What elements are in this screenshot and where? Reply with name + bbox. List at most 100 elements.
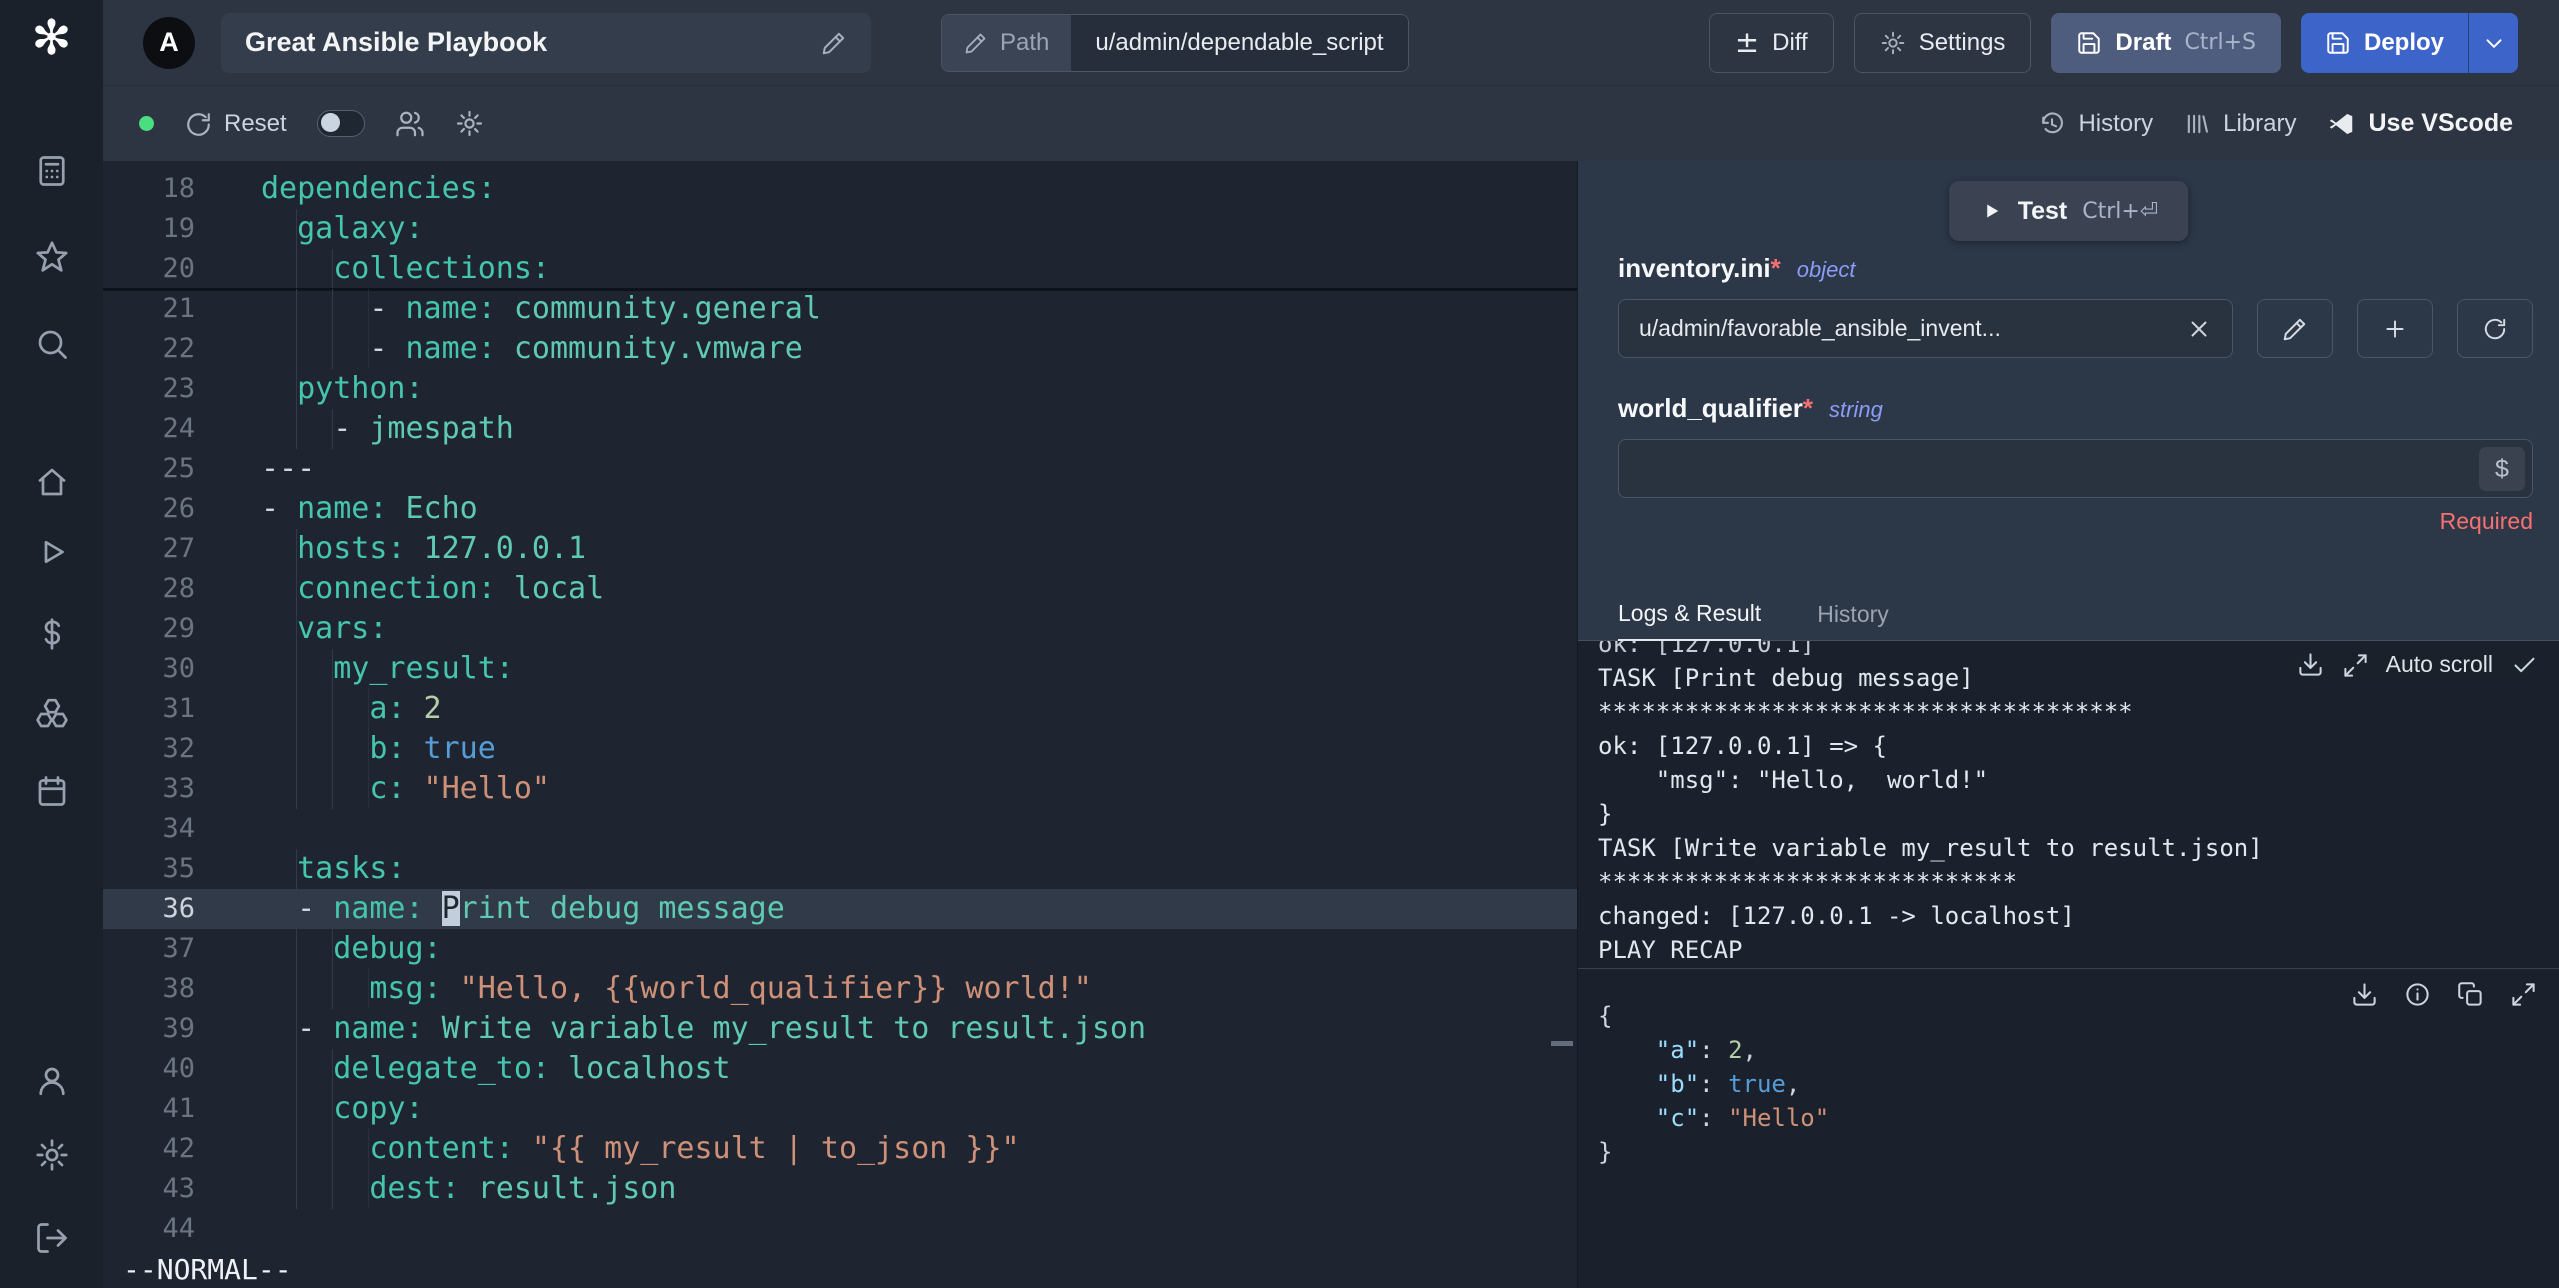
reset-button[interactable]: Reset [184,110,287,138]
editor-line-39[interactable]: 39- name: Write variable my_result to re… [103,1009,1577,1049]
editor-line-23[interactable]: 23 python: [103,369,1577,409]
editor-line-30[interactable]: 30 my_result: [103,649,1577,689]
line-number: 23 [162,373,195,404]
variables-icon[interactable] [34,616,70,652]
info-icon[interactable] [2404,981,2431,1008]
editor-line-42[interactable]: 42 content: "{{ my_result | to_json }}" [103,1129,1577,1169]
reset-label: Reset [224,109,287,137]
chevron-down-icon [2486,38,2501,48]
settings-icon[interactable] [34,1137,70,1173]
editor-line-21[interactable]: 21- name: community.general [103,289,1577,329]
download-logs-icon[interactable] [2297,651,2324,678]
code-editor[interactable]: 18 dependencies: 19 galaxy: 20 collections: 21… [103,161,1577,1288]
expand-logs-icon[interactable] [2342,652,2368,678]
qualifier-field-label: world_qualifier [1618,393,1803,423]
auto-scroll-label[interactable]: Auto scroll [2386,651,2493,678]
user-icon[interactable] [34,1063,70,1099]
qualifier-text-input[interactable]: $ [1618,439,2533,498]
editor-line-44[interactable]: 44 [103,1209,1577,1249]
grid-icon[interactable] [34,153,70,189]
editor-line-43[interactable]: 43 dest: result.json [103,1169,1577,1209]
diff-button[interactable]: ± Diff [1708,12,1834,73]
runs-icon[interactable] [34,534,70,570]
star-icon[interactable] [34,239,70,275]
editor-line-34[interactable]: 34 [103,809,1577,849]
editor-line-19[interactable]: 19 galaxy: [103,209,1577,249]
test-label: Test [2017,196,2068,225]
editor-line-33[interactable]: 33 c: "Hello" [103,769,1577,809]
editor-settings-button[interactable] [455,109,484,138]
editor-line-29[interactable]: 29 vars: [103,609,1577,649]
edit-path-pencil-icon [964,31,988,55]
draft-button[interactable]: Draft Ctrl+S [2051,12,2281,73]
editor-line-25[interactable]: 25 --- [103,449,1577,489]
scrollbar-marker[interactable] [1551,1041,1573,1046]
editor-line-38[interactable]: 38 msg: "Hello, {{world_qualifier}} world… [103,969,1577,1009]
required-asterisk: * [1802,393,1814,423]
editor-line-27[interactable]: 27 hosts: 127.0.0.1 [103,529,1577,569]
editor-line-26[interactable]: 26 - name: Echo [103,489,1577,529]
editor-line-22[interactable]: 22- name: community.vmware [103,329,1577,369]
result-line: "a": 2, [1655,1036,1757,1064]
clear-resource-icon[interactable] [2186,316,2212,342]
editor-line-28[interactable]: 28 connection: local [103,569,1577,609]
editor-line-40[interactable]: 40 delegate_to: localhost [103,1049,1577,1089]
editor-line-24[interactable]: 24- jmespath [103,409,1577,449]
test-button[interactable]: Test Ctrl+⏎ [1948,181,2189,241]
download-result-icon[interactable] [2351,981,2378,1008]
line-content: - name: Write variable my_result to resu… [195,1009,1146,1049]
collaborators-button[interactable] [395,109,425,139]
path-edit-section[interactable]: Path [942,14,1072,71]
deploy-label: Deploy [2363,28,2444,56]
editor-line-37[interactable]: 37 debug: [103,929,1577,969]
line-content: - name: community.general [195,289,821,329]
line-content: copy: [195,1089,424,1129]
home-icon[interactable] [34,464,70,500]
settings-button[interactable]: Settings [1853,12,2032,73]
add-resource-button[interactable] [2357,299,2433,358]
editor-line-41[interactable]: 41 copy: [103,1089,1577,1129]
resources-icon[interactable] [34,696,70,732]
editor-line-32[interactable]: 32 b: true [103,729,1577,769]
result-pane[interactable]: { "a": 2, "b": true, "c": "Hello"} [1578,968,2559,1288]
search-icon[interactable] [34,326,70,362]
refresh-resource-button[interactable] [2457,299,2533,358]
insert-variable-button[interactable]: $ [2479,447,2525,491]
editor-line-18[interactable]: 18 dependencies: [103,169,1577,209]
expand-result-icon[interactable] [2510,981,2537,1008]
script-title-box[interactable]: Great Ansible Playbook [221,12,871,73]
logout-icon[interactable] [34,1220,70,1256]
logs-pane[interactable]: ok: [127.0.0.1] TASK [Print debug message… [1578,641,2559,968]
use-vscode-button[interactable]: Use VScode [2326,109,2513,139]
plus-minus-icon: ± [1734,25,1760,59]
diff-mode-toggle[interactable] [316,110,365,137]
deploy-dropdown-button[interactable] [2468,12,2518,73]
line-content: b: true [195,729,496,769]
schedules-icon[interactable] [34,773,70,809]
line-content: - name: Echo [261,491,478,526]
deploy-button[interactable]: Deploy [2300,12,2468,73]
library-button[interactable]: Library [2183,110,2296,138]
log-line: TASK [Write variable my_result to result… [1598,834,2263,862]
history-clock-icon [2042,111,2064,133]
check-icon[interactable] [2511,652,2537,678]
path-group[interactable]: Path u/admin/dependable_script [941,13,1409,72]
tab-history[interactable]: History [1817,601,1889,640]
editor-line-20[interactable]: 20 collections: [103,249,1577,291]
inventory-resource-input[interactable]: u/admin/favorable_ansible_invent... [1618,299,2233,358]
tab-logs-result[interactable]: Logs & Result [1618,600,1762,641]
line-number: 42 [162,1133,195,1164]
editor-line-35[interactable]: 35 tasks: [103,849,1577,889]
edit-title-pencil-icon[interactable] [821,30,847,56]
editor-line-36[interactable]: 36- name: Print debug message [103,889,1577,929]
edit-resource-button[interactable] [2257,299,2333,358]
log-line: ***************************** [1598,868,2018,896]
history-button[interactable]: History [2038,110,2153,138]
copy-result-icon[interactable] [2457,981,2484,1008]
line-content: tasks: [195,849,405,889]
result-line: } [1598,1138,1613,1166]
plus-icon [2386,319,2404,338]
editor-line-31[interactable]: 31 a: 2 [103,689,1577,729]
windmill-logo-icon[interactable]: ✻ [0,10,103,66]
editor-toolbar: Reset History Library Use VScode [103,85,2559,161]
